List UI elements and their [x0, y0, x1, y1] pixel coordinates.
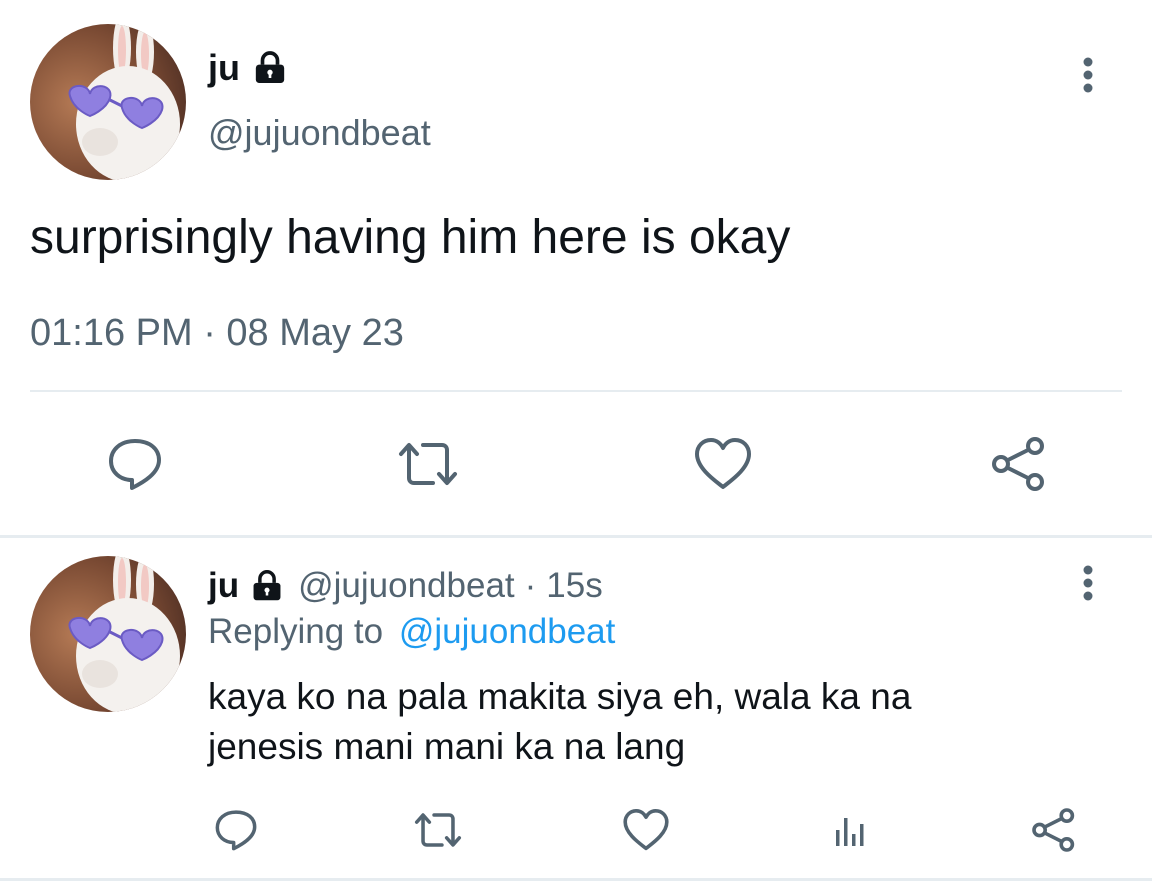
lock-icon — [250, 48, 290, 88]
like-icon[interactable] — [618, 806, 674, 854]
reply-icon[interactable] — [208, 806, 264, 854]
reply-handle[interactable]: @jujuondbeat — [298, 566, 515, 606]
replying-to: Replying to @jujuondbeat — [208, 612, 615, 652]
separator: · — [524, 566, 537, 605]
replying-to-handle[interactable]: @jujuondbeat — [399, 612, 616, 651]
replying-to-label: Replying to — [208, 612, 384, 651]
retweet-icon[interactable] — [408, 806, 468, 854]
display-name[interactable]: ju — [208, 47, 240, 89]
tweet-text: surprisingly having him here is okay — [30, 211, 791, 264]
avatar[interactable] — [30, 24, 186, 180]
reply-time[interactable]: 15s — [546, 566, 602, 606]
more-vertical-icon[interactable] — [1066, 50, 1110, 100]
lock-icon — [248, 567, 286, 605]
reply-text-line-1: kaya ko na pala makita siya eh, wala ka … — [208, 676, 912, 717]
reply-text-line-2: jenesis mani mani ka na lang — [208, 726, 686, 767]
like-icon[interactable] — [688, 434, 758, 494]
author-name-row: ju — [208, 44, 290, 92]
author-handle[interactable]: @jujuondbeat — [208, 112, 431, 154]
share-icon[interactable] — [1026, 804, 1082, 856]
more-vertical-icon[interactable] — [1066, 558, 1110, 608]
reply-display-name[interactable]: ju — [208, 566, 239, 606]
reply-icon[interactable] — [100, 434, 170, 494]
divider — [30, 390, 1122, 392]
retweet-icon[interactable] — [390, 434, 466, 494]
share-icon[interactable] — [984, 432, 1054, 496]
bottom-divider — [0, 878, 1152, 881]
timestamp[interactable]: 01:16 PM · 08 May 23 — [30, 312, 404, 355]
reply-header: ju @jujuondbeat · 15s — [208, 564, 603, 608]
section-divider — [0, 535, 1152, 538]
reply-avatar[interactable] — [30, 556, 186, 712]
analytics-icon[interactable] — [822, 806, 878, 854]
